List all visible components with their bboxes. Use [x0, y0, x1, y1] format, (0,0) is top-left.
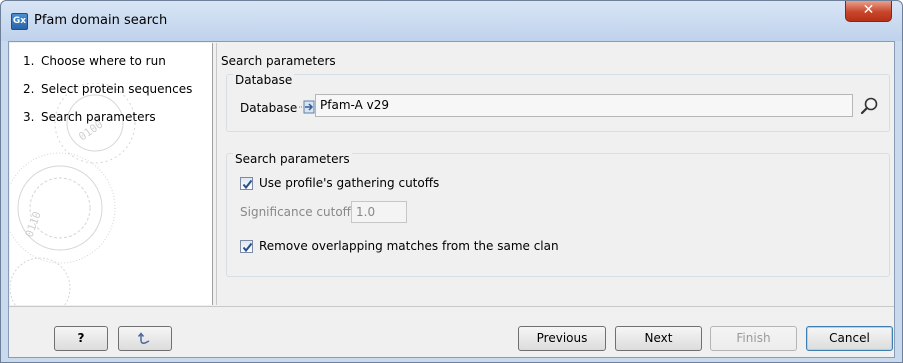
significance-cutoff-label: Significance cutoff: [240, 205, 351, 219]
finish-button[interactable]: Finish: [710, 326, 797, 351]
close-button[interactable]: ✕: [845, 1, 892, 22]
step-label: Select protein sequences: [41, 82, 193, 96]
reset-button[interactable]: [118, 326, 172, 351]
reset-arrow-icon: [137, 332, 150, 344]
cancel-button[interactable]: Cancel: [806, 326, 893, 351]
database-group-title: Database: [233, 73, 295, 87]
database-arrow-icon: [299, 100, 315, 114]
wizard-step-current: 3. Search parameters: [23, 109, 192, 137]
search-parameters-group-title: Search parameters: [233, 152, 352, 166]
panel-divider: [216, 43, 217, 305]
step-number: 1.: [23, 54, 35, 68]
wizard-step: 1. Choose where to run: [23, 53, 192, 81]
remove-overlap-option[interactable]: Remove overlapping matches from the same…: [240, 237, 559, 255]
svg-text:0110: 0110: [23, 210, 44, 239]
app-icon: Gx: [11, 13, 28, 30]
significance-cutoff-input[interactable]: 1.0: [351, 201, 407, 223]
wizard-step: 2. Select protein sequences: [23, 81, 192, 109]
wizard-steps-panel: 0100 0110 1. Choose where to run 2. Select…: [10, 43, 213, 305]
dialog-body: 0100 0110 1. Choose where to run 2. Select…: [8, 41, 895, 358]
remove-overlap-checkbox[interactable]: [240, 239, 253, 253]
step-label: Search parameters: [41, 110, 156, 124]
title-bar[interactable]: Gx Pfam domain search ✕: [1, 1, 902, 41]
step-number: 2.: [23, 82, 35, 96]
previous-button[interactable]: Previous: [518, 326, 606, 351]
remove-overlap-label: Remove overlapping matches from the same…: [259, 239, 559, 253]
step-label: Choose where to run: [41, 54, 166, 68]
help-button[interactable]: ?: [54, 326, 108, 351]
dialog-window: Gx Pfam domain search ✕ 0100 0110 1. Cho…: [0, 0, 903, 363]
next-button[interactable]: Next: [615, 326, 702, 351]
magnifier-icon[interactable]: [859, 95, 881, 117]
gathering-cutoff-option[interactable]: Use profile's gathering cutoffs: [240, 174, 439, 192]
step-content: Search parameters Database Database Pfam…: [218, 42, 895, 306]
window-title: Pfam domain search: [34, 13, 168, 28]
footer-separator: [9, 306, 894, 307]
wizard-steps-list: 1. Choose where to run 2. Select protein s…: [23, 53, 192, 137]
search-parameters-group: Search parameters Use profile's gatherin…: [226, 152, 890, 277]
gathering-cutoff-checkbox[interactable]: [240, 176, 253, 190]
database-group: Database Database Pfam-A v29: [226, 73, 890, 132]
step-number: 3.: [23, 110, 35, 124]
gathering-cutoff-label: Use profile's gathering cutoffs: [259, 176, 440, 190]
database-field[interactable]: Pfam-A v29: [315, 94, 853, 117]
database-field-label: Database: [240, 101, 298, 115]
section-title: Search parameters: [221, 54, 336, 68]
